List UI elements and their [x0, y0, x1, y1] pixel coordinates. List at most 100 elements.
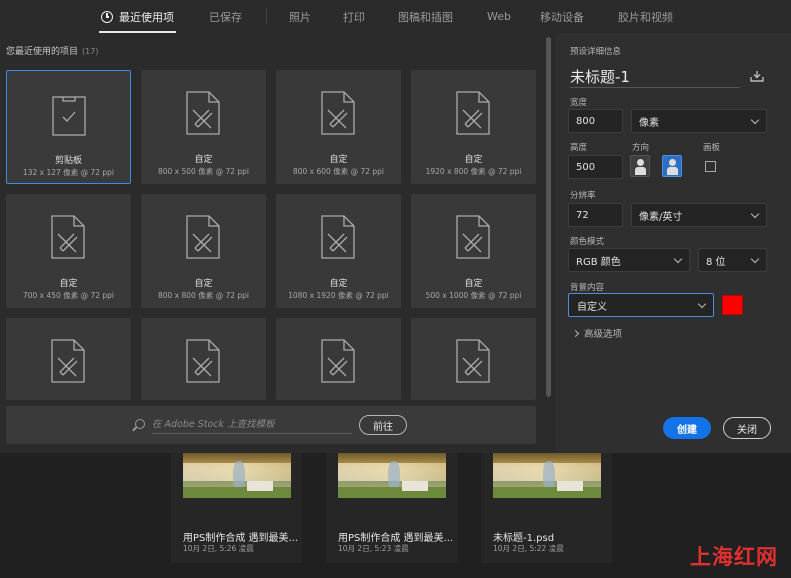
preset-name: 自定: [59, 279, 78, 289]
stock-search-input[interactable]: [152, 416, 352, 434]
background-value: 自定义: [577, 301, 607, 313]
save-preset-icon[interactable]: [750, 70, 764, 82]
preset-name: 自定: [329, 155, 348, 165]
preset-tabs: 最近使用项 已保存 照片 打印 图稿和插图 Web 移动设备 胶片和视频: [0, 0, 791, 33]
tab-saved[interactable]: 已保存: [209, 0, 242, 33]
document-pencil-icon: [456, 339, 490, 383]
document-pencil-icon: [456, 91, 490, 135]
width-unit-select[interactable]: 像素: [631, 109, 767, 133]
preset-card[interactable]: 自定 800 x 800 像素 @ 72 ppi: [141, 194, 266, 308]
tab-art-illustration[interactable]: 图稿和插图: [398, 0, 453, 33]
color-mode-label: 颜色模式: [570, 237, 605, 247]
stock-search-bar: 前往: [6, 406, 536, 444]
advanced-options-label: 高级选项: [584, 329, 623, 340]
preset-card-clipboard[interactable]: 剪贴板 132 x 127 像素 @ 72 ppi: [6, 70, 131, 184]
bit-depth-select[interactable]: 8 位: [698, 248, 767, 272]
height-label: 高度: [570, 143, 588, 153]
close-button[interactable]: 关闭: [723, 417, 771, 439]
width-unit-value: 像素: [639, 117, 659, 129]
tab-web[interactable]: Web: [487, 0, 511, 33]
preset-card[interactable]: [141, 318, 266, 400]
preset-name: 自定: [194, 155, 213, 165]
preset-size: 132 x 127 像素 @ 72 ppi: [22, 168, 115, 177]
background-contents-select[interactable]: 自定义: [568, 293, 714, 317]
preset-card[interactable]: 自定 1080 x 1920 像素 @ 72 ppi: [276, 194, 401, 308]
recent-file-card[interactable]: 用PS制作合成 遇到最美... 10月 2日, 5:26 凌晨: [171, 453, 302, 563]
preset-size: 700 x 450 像素 @ 72 ppi: [22, 291, 115, 300]
recent-file-card[interactable]: 用PS制作合成 遇到最美... 10月 2日, 5:23 凌晨: [326, 453, 457, 563]
resolution-unit-value: 像素/英寸: [639, 211, 683, 223]
artboard-checkbox[interactable]: [705, 161, 716, 172]
document-pencil-icon: [321, 215, 355, 259]
clock-icon: [101, 10, 113, 23]
details-heading: 预设详细信息: [570, 47, 622, 57]
chevron-right-icon: [571, 329, 580, 337]
resolution-label: 分辨率: [570, 191, 596, 201]
recent-count: (17): [82, 47, 99, 56]
preset-size: 800 x 600 像素 @ 72 ppi: [292, 167, 385, 176]
tab-label: 最近使用项: [119, 10, 174, 24]
preset-card[interactable]: 自定 800 x 500 像素 @ 72 ppi: [141, 70, 266, 184]
tab-photo[interactable]: 照片: [289, 0, 311, 33]
recent-file-card[interactable]: 未标题-1.psd 10月 2日, 5:22 凌晨: [481, 453, 612, 563]
tab-print[interactable]: 打印: [343, 0, 365, 33]
chevron-down-icon: [750, 115, 760, 124]
go-button[interactable]: 前往: [359, 415, 407, 435]
orientation-label: 方向: [632, 143, 650, 153]
chevron-down-icon: [673, 254, 683, 263]
person-icon: [669, 159, 676, 166]
tab-label: 照片: [289, 10, 311, 24]
advanced-options-toggle[interactable]: 高级选项: [571, 326, 623, 340]
portrait-orientation-button[interactable]: [630, 155, 650, 177]
search-icon: [135, 419, 145, 429]
resolution-unit-select[interactable]: 像素/英寸: [631, 203, 767, 227]
preset-name: 自定: [464, 279, 483, 289]
recent-title: 您最近使用的项目: [6, 47, 79, 57]
background-color-swatch[interactable]: [722, 295, 743, 315]
preset-card[interactable]: 自定 500 x 1000 像素 @ 72 ppi: [411, 194, 536, 308]
resolution-input[interactable]: 72: [568, 203, 623, 227]
clipboard-check-icon: [52, 96, 86, 136]
preset-details-panel: 预设详细信息 未标题-1 宽度 800 像素 高度 方向 画板 500 分辨率 …: [556, 33, 791, 453]
preset-card[interactable]: [276, 318, 401, 400]
file-name: 用PS制作合成 遇到最美...: [183, 533, 299, 544]
height-input[interactable]: 500: [568, 155, 623, 179]
bit-depth-value: 8 位: [706, 256, 726, 268]
tab-film-video[interactable]: 胶片和视频: [618, 0, 673, 33]
tab-divider: [266, 8, 267, 24]
document-pencil-icon: [321, 339, 355, 383]
preset-name: 自定: [464, 155, 483, 165]
watermark-logo: 上海红网: [690, 545, 778, 569]
document-name-input[interactable]: 未标题-1: [570, 66, 630, 87]
preset-size: 1920 x 800 像素 @ 72 ppi: [425, 167, 522, 176]
new-document-dialog: 最近使用项 已保存 照片 打印 图稿和插图 Web 移动设备 胶片和视频 您最近…: [0, 0, 791, 578]
preset-size: 500 x 1000 像素 @ 72 ppi: [425, 291, 522, 300]
create-button[interactable]: 创建: [663, 417, 711, 439]
artboard-label: 画板: [703, 143, 721, 153]
width-input[interactable]: 800: [568, 109, 623, 133]
file-thumbnail: [338, 453, 446, 498]
chevron-down-icon: [750, 209, 760, 218]
preset-card[interactable]: 自定 700 x 450 像素 @ 72 ppi: [6, 194, 131, 308]
tab-label: 移动设备: [540, 10, 584, 24]
preset-card[interactable]: 自定 1920 x 800 像素 @ 72 ppi: [411, 70, 536, 184]
color-mode-select[interactable]: RGB 颜色: [568, 248, 690, 272]
tab-recent[interactable]: 最近使用项: [99, 0, 176, 33]
preset-card[interactable]: [6, 318, 131, 400]
start-workspace-recent-files: 用PS制作合成 遇到最美... 10月 2日, 5:26 凌晨 用PS制作合成 …: [0, 453, 791, 578]
landscape-orientation-button[interactable]: [662, 155, 682, 177]
chevron-down-icon: [750, 254, 760, 263]
background-label: 背景内容: [570, 283, 605, 293]
preset-card[interactable]: [411, 318, 536, 400]
tab-label: 已保存: [209, 10, 242, 24]
tab-mobile[interactable]: 移动设备: [540, 0, 584, 33]
file-date: 10月 2日, 5:26 凌晨: [183, 544, 254, 553]
person-icon: [637, 159, 644, 166]
document-pencil-icon: [51, 339, 85, 383]
preset-size: 800 x 800 像素 @ 72 ppi: [157, 291, 250, 300]
file-date: 10月 2日, 5:22 凌晨: [493, 544, 564, 553]
file-thumbnail: [493, 453, 601, 498]
preset-card[interactable]: 自定 800 x 600 像素 @ 72 ppi: [276, 70, 401, 184]
scrollbar[interactable]: [546, 37, 551, 397]
preset-size: 800 x 500 像素 @ 72 ppi: [157, 167, 250, 176]
